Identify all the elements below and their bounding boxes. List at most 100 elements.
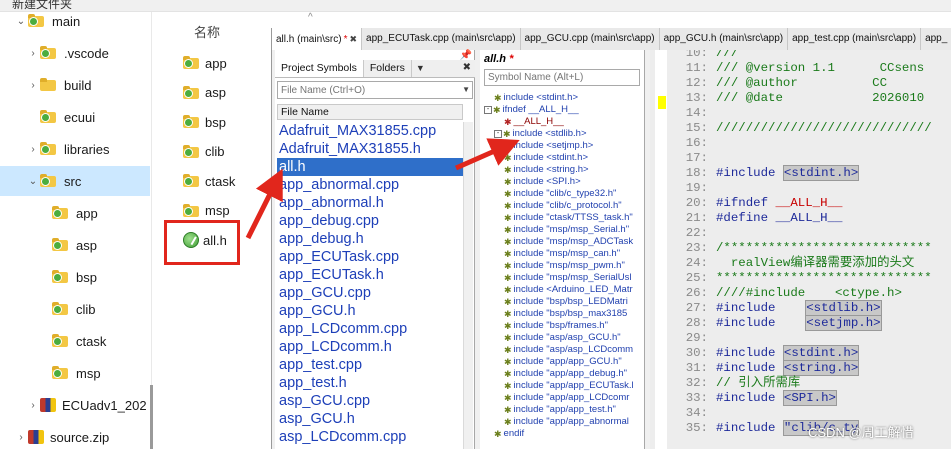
chevron-icon[interactable]: ›: [14, 432, 28, 443]
file-item-clib[interactable]: clib: [183, 141, 225, 163]
collapse-toggle-icon[interactable]: -: [484, 106, 492, 114]
tree-item-ecuui[interactable]: ecuui: [0, 102, 150, 132]
tree-item-ctask[interactable]: ctask: [0, 326, 150, 356]
include-tree-item[interactable]: ✱ include "clib/c_protocol.h": [484, 200, 644, 212]
include-tree-item[interactable]: ✱ include "asp/asp_LCDcomm: [484, 344, 644, 356]
code-line[interactable]: 31: #include <string.h>: [650, 360, 860, 376]
include-tree-item[interactable]: - ✱ include <stdlib.h>: [484, 128, 644, 140]
code-line[interactable]: 22:: [650, 226, 716, 241]
code-line[interactable]: 33: #include <SPI.h>: [650, 390, 837, 406]
project-file-item[interactable]: app_ECUTask.cpp: [277, 248, 463, 266]
include-tree-item[interactable]: ✱ include <Arduino_LED_Matr: [484, 284, 644, 296]
tree-item-app[interactable]: app: [0, 198, 150, 228]
project-file-item[interactable]: asp_GCU.cpp: [277, 392, 463, 410]
panel-close-icon[interactable]: ✖: [463, 62, 471, 73]
tree-item-bsp[interactable]: bsp: [0, 262, 150, 292]
include-tree-item[interactable]: ✱ include <SPI.h>: [484, 176, 644, 188]
code-line[interactable]: 20: #ifndef __ALL_H__: [650, 196, 843, 211]
collapse-toggle-icon[interactable]: -: [494, 130, 502, 138]
project-file-item[interactable]: app_ECUTask.h: [277, 266, 463, 284]
tree-item-clib[interactable]: clib: [0, 294, 150, 324]
include-tree-item[interactable]: ✱ __ALL_H__: [484, 116, 644, 128]
chevron-icon[interactable]: ›: [26, 80, 40, 91]
code-line[interactable]: 30: #include <stdint.h>: [650, 345, 860, 361]
include-tree-item[interactable]: ✱ include "app/app_abnormal: [484, 416, 644, 428]
code-line[interactable]: 25: *****************************: [650, 271, 932, 286]
include-tree-item[interactable]: ✱ include "asp/asp_GCU.h": [484, 332, 644, 344]
project-file-item[interactable]: app_abnormal.cpp: [277, 176, 463, 194]
file-item-asp[interactable]: asp: [183, 82, 226, 104]
tree-item-libraries[interactable]: › libraries: [0, 134, 150, 164]
chevron-icon[interactable]: ›: [26, 48, 40, 59]
project-file-item[interactable]: app_LCDcomm.h: [277, 338, 463, 356]
file-name-filter-input[interactable]: [277, 81, 473, 99]
file-list-scrollbar[interactable]: [463, 122, 473, 449]
code-line[interactable]: 16:: [650, 136, 716, 151]
file-item-bsp[interactable]: bsp: [183, 111, 226, 133]
code-line[interactable]: 10: ///: [650, 50, 739, 61]
code-line[interactable]: 28: #include <setjmp.h>: [650, 315, 882, 331]
project-file-item[interactable]: app_debug.h: [277, 230, 463, 248]
include-tree-item[interactable]: ✱ include "app/app_debug.h": [484, 368, 644, 380]
code-view[interactable]: 10: /// 11: /// @version 1.1 CCsens 12: /// …: [650, 50, 951, 449]
code-line[interactable]: 15: /////////////////////////////: [650, 121, 932, 136]
code-line[interactable]: 19:: [650, 181, 716, 196]
include-tree-item[interactable]: ✱ include "msp/msp_Serial.h": [484, 224, 644, 236]
include-tree-item[interactable]: ✱ include <stdint.h>: [484, 92, 644, 104]
file-item-msp[interactable]: msp: [183, 200, 230, 222]
editor-tab[interactable]: app_GCU.cpp (main\src\app): [520, 28, 660, 50]
include-tree-item[interactable]: ✱ include "msp/msp_ADCTask: [484, 236, 644, 248]
include-tree-item[interactable]: ✱ include "clib/c_type32.h": [484, 188, 644, 200]
include-tree-item[interactable]: ✱ include <stdint.h>: [484, 152, 644, 164]
project-file-item[interactable]: app_abnormal.h: [277, 194, 463, 212]
tree-item-msp[interactable]: msp: [0, 358, 150, 388]
include-tree-item[interactable]: ✱ include "msp/msp_SerialUsl: [484, 272, 644, 284]
chevron-icon[interactable]: ⌄: [14, 16, 28, 27]
include-tree-item[interactable]: ✱ endif: [484, 428, 644, 440]
include-tree-item[interactable]: ✱ include "ctask/TTSS_task.h": [484, 212, 644, 224]
tree-item-build[interactable]: › build: [0, 70, 150, 100]
project-file-item[interactable]: app_GCU.h: [277, 302, 463, 320]
symbol-name-input[interactable]: [484, 69, 640, 86]
code-line[interactable]: 13: /// @date 2026010: [650, 91, 925, 106]
tab-close-icon[interactable]: ✖: [349, 34, 357, 44]
tree-item-ecuadv1-202[interactable]: › ECUadv1_202: [0, 390, 150, 420]
editor-tab[interactable]: all.h (main\src) * ✖: [272, 28, 363, 50]
tab-project-symbols[interactable]: Project Symbols: [275, 60, 364, 77]
file-item-ctask[interactable]: ctask: [183, 170, 235, 192]
project-file-item[interactable]: all.h: [277, 158, 463, 176]
code-line[interactable]: 11: /// @version 1.1 CCsens: [650, 61, 932, 76]
code-line[interactable]: 18: #include <stdint.h>: [650, 165, 860, 181]
code-line[interactable]: 29:: [650, 331, 716, 346]
chevron-icon[interactable]: ›: [26, 144, 40, 155]
include-tree-item[interactable]: ✱ include "bsp/bsp_max3185: [484, 308, 644, 320]
code-line[interactable]: 21: #define __ALL_H__: [650, 211, 843, 226]
include-tree-item[interactable]: ✱ include "msp/msp_pwm.h": [484, 260, 644, 272]
code-line[interactable]: 26: ////#include <ctype.h>: [650, 286, 902, 301]
nav-tree-scrollbar[interactable]: [150, 385, 153, 449]
code-line[interactable]: 34:: [650, 406, 716, 421]
pin-icon[interactable]: 📌: [460, 50, 472, 61]
editor-tab[interactable]: app_GCU.h (main\src\app): [659, 28, 789, 50]
code-line[interactable]: 17:: [650, 151, 716, 166]
tree-item-asp[interactable]: asp: [0, 230, 150, 260]
file-item-app[interactable]: app: [183, 52, 227, 74]
code-line[interactable]: 27: #include <stdlib.h>: [650, 300, 882, 316]
include-tree-item[interactable]: ✱ include "app/app_test.h": [484, 404, 644, 416]
panel-menu-chevron-icon[interactable]: ▼: [412, 60, 429, 77]
project-file-item[interactable]: asp_LCDcomm.cpp: [277, 428, 463, 446]
include-tree-item[interactable]: ✱ include "app/app_GCU.h": [484, 356, 644, 368]
tree-item-src[interactable]: ⌄ src: [0, 166, 150, 196]
editor-tab[interactable]: app_test.cpp (main\src\app): [788, 28, 922, 50]
project-file-item[interactable]: app_LCDcomm.cpp: [277, 320, 463, 338]
tree-item-main[interactable]: ⌄ main: [0, 6, 150, 36]
code-line[interactable]: 12: /// @author CC: [650, 76, 887, 91]
include-tree-item[interactable]: ✱ include <setjmp.h>: [484, 140, 644, 152]
chevron-icon[interactable]: ⌄: [26, 176, 40, 187]
tab-folders[interactable]: Folders: [364, 60, 412, 77]
project-file-item[interactable]: app_test.cpp: [277, 356, 463, 374]
editor-tab[interactable]: app_: [921, 28, 951, 50]
project-file-item[interactable]: app_test.h: [277, 374, 463, 392]
include-tree-item[interactable]: ✱ include "bsp/bsp_LEDMatri: [484, 296, 644, 308]
column-header-name[interactable]: 名称: [194, 22, 220, 41]
